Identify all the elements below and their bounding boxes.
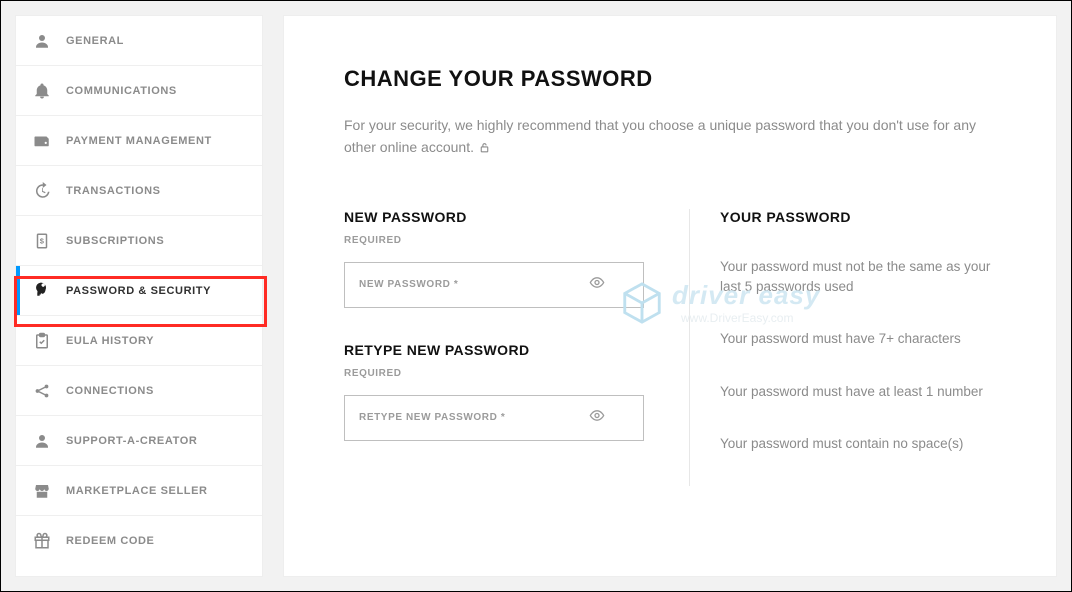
sidebar-item-label: SUBSCRIPTIONS	[66, 235, 164, 247]
sidebar-item-communications[interactable]: COMMUNICATIONS	[16, 66, 262, 116]
sidebar-item-label: TRANSACTIONS	[66, 185, 161, 197]
rules-title: YOUR PASSWORD	[720, 209, 996, 225]
sidebar-item-subscriptions[interactable]: $ SUBSCRIPTIONS	[16, 216, 262, 266]
lock-icon	[478, 138, 491, 160]
history-icon	[32, 181, 52, 201]
retype-password-required: REQUIRED	[344, 368, 659, 379]
svg-text:$: $	[40, 236, 45, 245]
sidebar-item-label: COMMUNICATIONS	[66, 85, 177, 97]
new-password-input[interactable]	[344, 262, 644, 308]
sidebar-item-label: CONNECTIONS	[66, 385, 154, 397]
key-icon	[32, 281, 52, 301]
sidebar-item-label: PAYMENT MANAGEMENT	[66, 135, 212, 147]
main-panel: CHANGE YOUR PASSWORD For your security, …	[283, 15, 1057, 577]
password-rule: Your password must have 7+ characters	[720, 329, 996, 349]
sidebar-item-password-security[interactable]: PASSWORD & SECURITY	[16, 266, 262, 316]
sidebar-item-eula[interactable]: EULA HISTORY	[16, 316, 262, 366]
new-password-label: NEW PASSWORD	[344, 209, 659, 225]
sidebar-item-label: SUPPORT-A-CREATOR	[66, 435, 197, 447]
wallet-icon	[32, 131, 52, 151]
sidebar-item-general[interactable]: GENERAL	[16, 16, 262, 66]
retype-password-input[interactable]	[344, 395, 644, 441]
settings-sidebar: GENERAL COMMUNICATIONS PAYMENT MANAGEMEN…	[15, 15, 263, 577]
password-rule: Your password must contain no space(s)	[720, 434, 996, 454]
password-rules: YOUR PASSWORD Your password must not be …	[689, 209, 996, 486]
app-frame: GENERAL COMMUNICATIONS PAYMENT MANAGEMEN…	[0, 0, 1072, 592]
sidebar-item-label: PASSWORD & SECURITY	[66, 285, 211, 297]
receipt-icon: $	[32, 231, 52, 251]
sidebar-item-label: GENERAL	[66, 35, 124, 47]
new-password-required: REQUIRED	[344, 235, 659, 246]
sidebar-item-connections[interactable]: CONNECTIONS	[16, 366, 262, 416]
password-form: NEW PASSWORD REQUIRED RETYPE NEW PASSWOR…	[344, 209, 689, 486]
sidebar-item-transactions[interactable]: TRANSACTIONS	[16, 166, 262, 216]
sidebar-item-support-creator[interactable]: SUPPORT-A-CREATOR	[16, 416, 262, 466]
sidebar-item-marketplace[interactable]: MARKETPLACE SELLER	[16, 466, 262, 516]
bell-icon	[32, 81, 52, 101]
share-icon	[32, 381, 52, 401]
retype-password-label: RETYPE NEW PASSWORD	[344, 342, 659, 358]
password-rule: Your password must have at least 1 numbe…	[720, 382, 996, 402]
password-rule: Your password must not be the same as yo…	[720, 257, 996, 298]
person-icon	[32, 431, 52, 451]
page-description: For your security, we highly recommend t…	[344, 114, 996, 161]
sidebar-item-redeem[interactable]: REDEEM CODE	[16, 516, 262, 566]
sidebar-item-payment[interactable]: PAYMENT MANAGEMENT	[16, 116, 262, 166]
person-icon	[32, 31, 52, 51]
clipboard-check-icon	[32, 331, 52, 351]
description-text: For your security, we highly recommend t…	[344, 117, 976, 155]
sidebar-item-label: MARKETPLACE SELLER	[66, 485, 208, 497]
sidebar-item-label: EULA HISTORY	[66, 335, 154, 347]
page-title: CHANGE YOUR PASSWORD	[344, 66, 996, 92]
store-icon	[32, 481, 52, 501]
sidebar-item-label: REDEEM CODE	[66, 535, 155, 547]
gift-icon	[32, 531, 52, 551]
